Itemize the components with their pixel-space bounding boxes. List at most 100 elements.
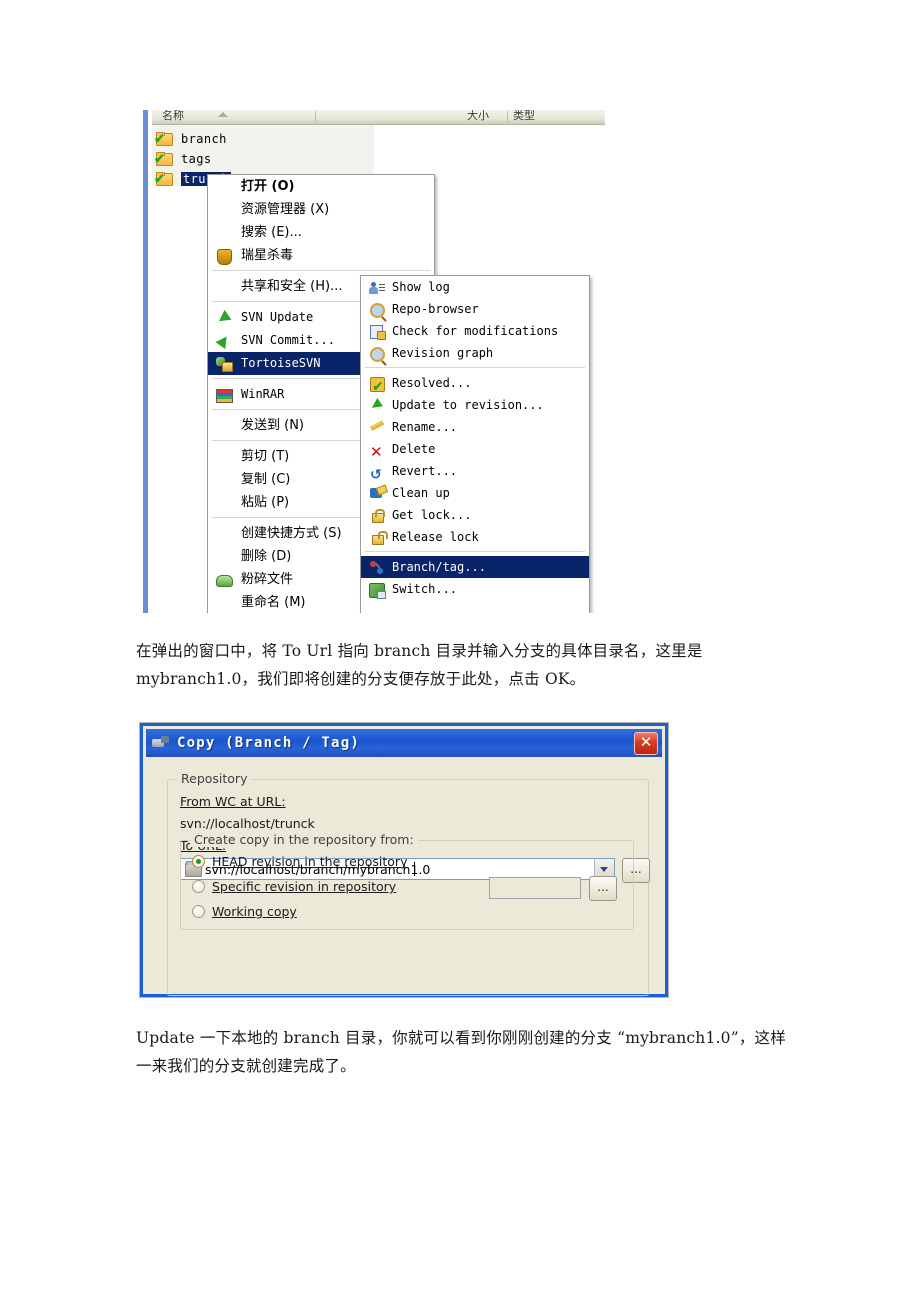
menu-item-label: Switch... — [392, 582, 458, 596]
menu-item-label: 共享和安全 (H)... — [241, 279, 343, 294]
check-modifications-icon — [369, 324, 386, 340]
menu-item-rename[interactable]: Rename... — [361, 416, 589, 438]
folder-svn-icon: ✔ — [154, 152, 173, 167]
from-wc-label-text: From WC at URL: — [180, 794, 286, 809]
column-divider[interactable] — [315, 111, 316, 123]
switch-icon — [369, 582, 386, 599]
menu-item-label: Clean up — [392, 486, 450, 500]
menu-item-label: Check for modifications — [392, 324, 559, 338]
menu-item-resolved[interactable]: ✔ Resolved... — [361, 372, 589, 395]
shield-icon — [216, 248, 232, 265]
clean-up-icon — [369, 486, 385, 502]
menu-item-show-log[interactable]: Show log — [361, 276, 589, 298]
menu-item-label: Revision graph — [392, 346, 494, 360]
revision-graph-icon — [369, 346, 385, 362]
radio-specific-revision-label-text: Specific revision in repository — [212, 879, 397, 894]
radio-head-revision-label: HEAD revision in the repository — [212, 854, 407, 869]
menu-item-revert[interactable]: ↺ Revert... — [361, 460, 589, 483]
copy-branch-tag-dialog-screenshot: Copy (Branch / Tag) ✕ Repository From WC… — [139, 722, 669, 998]
menu-item-label: TortoiseSVN — [241, 356, 321, 370]
radio-working-copy-label: Working copy — [212, 904, 297, 919]
menu-separator — [365, 367, 585, 369]
menu-item-label: 发送到 (N) — [241, 418, 305, 433]
menu-item-rising-antivirus[interactable]: 瑞星杀毒 — [208, 244, 434, 267]
explorer-left-gutter — [148, 110, 152, 613]
menu-item-check-modifications[interactable]: Check for modifications — [361, 320, 589, 342]
menu-separator — [212, 270, 430, 272]
file-name: branch — [181, 132, 227, 146]
svn-commit-icon — [215, 333, 232, 349]
revision-number-input[interactable] — [489, 877, 581, 899]
close-button[interactable]: ✕ — [634, 732, 658, 755]
dialog-body: Repository From WC at URL: svn://localho… — [146, 757, 662, 996]
dialog-window: Copy (Branch / Tag) ✕ Repository From WC… — [140, 723, 668, 997]
column-divider[interactable] — [507, 111, 508, 123]
menu-item-label: WinRAR — [241, 387, 285, 401]
menu-item-release-lock[interactable]: Release lock — [361, 526, 589, 548]
menu-item-repo-browser[interactable]: Repo-browser — [361, 298, 589, 320]
repository-group-label: Repository — [177, 771, 252, 786]
revert-icon: ↺ — [370, 467, 382, 483]
dialog-titlebar[interactable]: Copy (Branch / Tag) ✕ — [146, 729, 662, 757]
menu-item-label: Rename... — [392, 420, 458, 434]
tortoisesvn-icon — [216, 356, 233, 372]
radio-head-revision-label-text: HEAD revision in the repository — [212, 854, 408, 869]
tortoisesvn-submenu[interactable]: Show log Repo-browser Check for modifica… — [360, 275, 590, 613]
menu-separator — [365, 551, 585, 553]
radio-head-revision[interactable] — [192, 855, 205, 868]
menu-item-label: Branch/tag... — [392, 560, 486, 574]
menu-item-label: 重命名 (M) — [241, 595, 306, 610]
menu-item-label: SVN Update — [241, 310, 314, 324]
menu-item-label: 剪切 (T) — [241, 449, 290, 464]
menu-item-label: 复制 (C) — [241, 472, 291, 487]
dialog-title: Copy (Branch / Tag) — [177, 735, 360, 751]
paragraph-instruction-1: 在弹出的窗口中，将 To Url 指向 branch 目录并输入分支的具体目录名… — [136, 642, 703, 688]
menu-item-update-to-revision[interactable]: Update to revision... — [361, 394, 589, 416]
menu-item-label: Release lock — [392, 530, 479, 544]
folder-svn-icon: ✔ — [154, 132, 173, 147]
menu-item-search[interactable]: 搜索 (E)... — [208, 221, 434, 244]
shred-icon — [216, 572, 233, 588]
rename-icon — [369, 420, 385, 436]
branch-tag-icon — [369, 560, 385, 576]
explorer-screenshot: 名称 大小 类型 ✔ branch 文件夹 ✔ tags 文件夹 ✔ — [143, 110, 605, 613]
menu-item-open[interactable]: 打开 (O) — [208, 175, 434, 198]
menu-item-clean-up[interactable]: Clean up — [361, 482, 589, 504]
column-header-size[interactable]: 大小 — [467, 110, 503, 123]
menu-item-explorer[interactable]: 资源管理器 (X) — [208, 198, 434, 221]
paragraph-instruction-2: Update 一下本地的 branch 目录，你就可以看到你刚刚创建的分支 “m… — [136, 1029, 786, 1075]
update-revision-icon — [369, 398, 385, 414]
menu-item-delete[interactable]: ✕ Delete — [361, 438, 589, 461]
winrar-icon — [216, 387, 233, 403]
menu-item-label: 搜索 (E)... — [241, 225, 302, 240]
resolved-icon: ✔ — [370, 377, 385, 395]
file-name: tags — [181, 152, 212, 166]
show-log-icon — [369, 280, 385, 296]
get-lock-icon — [369, 508, 385, 524]
sort-ascending-icon — [218, 112, 228, 117]
menu-item-label: 删除 (D) — [241, 549, 292, 564]
browse-revision-button[interactable]: ... — [589, 876, 617, 901]
menu-item-revision-graph[interactable]: Revision graph — [361, 342, 589, 364]
menu-item-label: Revert... — [392, 464, 458, 478]
menu-item-label: Delete — [392, 442, 436, 456]
menu-item-switch[interactable]: Switch... — [361, 578, 589, 600]
column-header-type[interactable]: 类型 — [513, 110, 573, 123]
menu-item-branch-tag[interactable]: Branch/tag... — [361, 556, 589, 578]
radio-specific-revision[interactable] — [192, 880, 205, 893]
column-header-bar: 名称 大小 类型 — [152, 110, 605, 125]
menu-item-label: SVN Commit... — [241, 333, 335, 347]
from-wc-label: From WC at URL: — [180, 794, 286, 809]
menu-item-get-lock[interactable]: Get lock... — [361, 504, 589, 526]
create-copy-group-label: Create copy in the repository from: — [190, 832, 418, 847]
menu-item-label: 粘贴 (P) — [241, 495, 290, 510]
radio-working-copy[interactable] — [192, 905, 205, 918]
release-lock-icon — [369, 530, 388, 546]
repository-group: Repository From WC at URL: svn://localho… — [167, 771, 650, 996]
menu-item-label: 粉碎文件 — [241, 572, 294, 587]
tortoisesvn-app-icon — [152, 736, 170, 750]
menu-item-label: Show log — [392, 280, 450, 294]
repo-browser-icon — [369, 302, 385, 318]
menu-item-label: Update to revision... — [392, 398, 544, 412]
from-wc-value: svn://localhost/trunck — [180, 816, 315, 831]
